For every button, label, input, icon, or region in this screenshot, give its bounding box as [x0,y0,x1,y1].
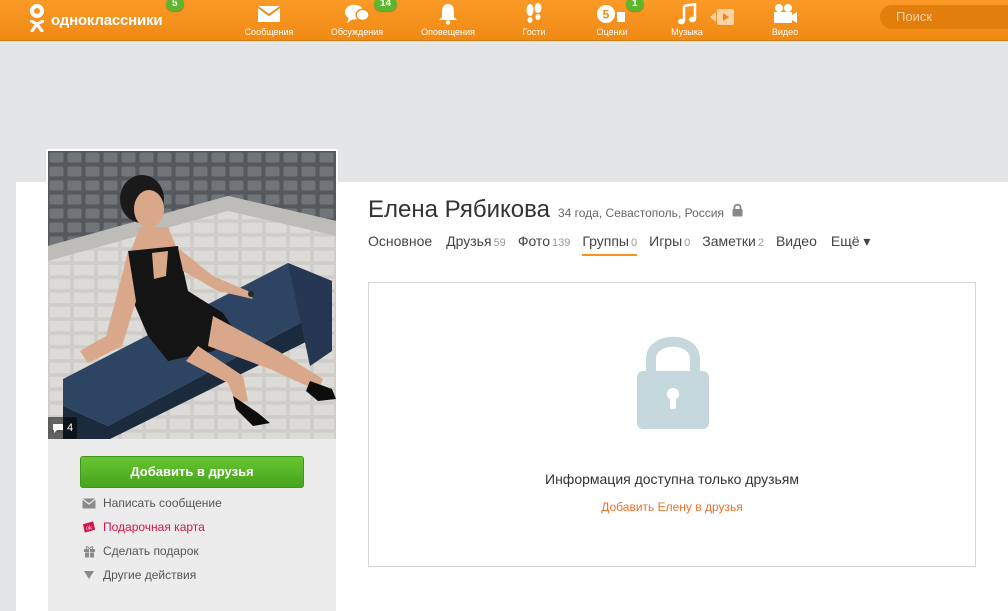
five-rating-icon: 5 [595,2,629,26]
music-note-icon [674,2,700,26]
gift-card-action[interactable]: ok Подарочная карта [82,519,205,535]
make-gift-action[interactable]: Сделать подарок [82,543,199,559]
tab-photos[interactable]: Фото 139 [518,233,571,256]
gift-card-icon: ok [82,520,96,534]
profile-photo[interactable]: 4 [48,151,336,439]
send-message-action[interactable]: Написать сообщение [82,495,222,511]
tab-notes[interactable]: Заметки 2 [702,233,764,256]
nav-notifications[interactable]: Оповещения [416,0,480,41]
svg-text:5: 5 [603,8,610,22]
other-actions[interactable]: Другие действия [82,567,196,583]
brand-name: одноклассники [51,11,163,29]
triangle-down-icon [82,568,96,582]
gift-icon [82,544,96,558]
svg-text:ok: ok [86,525,92,531]
nav-video[interactable]: Видео [766,0,804,41]
brand-badge: 5 [166,0,184,11]
nav-label: Оповещения [421,27,475,37]
profile-tabs: Основное Друзья 59 Фото 139 Группы 0 Игры 0 … [368,233,872,256]
nav-label: Обсуждения [330,27,384,37]
padlock-icon [637,333,709,429]
ratings-badge: 1 [626,0,644,11]
nav-label: Гости [522,27,546,37]
private-info-message: Информация доступна только друзьям [545,471,799,487]
tab-groups[interactable]: Группы 0 [582,233,638,256]
nav-discussions[interactable]: Обсуждения 14 [326,0,398,41]
footprints-icon [521,2,547,26]
envelope-icon [256,2,282,26]
tab-main[interactable]: Основное [368,233,434,256]
profile-sidebar: 4 Добавить в друзья Написать сообщение o… [46,149,338,611]
tab-games[interactable]: Игры 0 [649,233,690,256]
chat-bubbles-icon [344,2,370,26]
private-info-panel: Информация доступна только друзьям Добав… [368,282,976,567]
profile-header: Елена Рябикова 34 года, Севастополь, Рос… [368,196,743,224]
bell-icon [435,2,461,26]
nav-ratings[interactable]: 5 Оценки 1 [592,0,644,41]
add-friend-button[interactable]: Добавить в друзья [80,456,304,488]
comment-icon [53,423,63,433]
action-label: Сделать подарок [103,544,199,558]
video-camera-icon [772,2,798,26]
lock-icon [732,203,743,222]
profile-name: Елена Рябикова [368,196,550,223]
nav-guests[interactable]: Гости [514,0,554,41]
nav-music[interactable]: Музыка [668,0,706,41]
photo-comment-count[interactable]: 4 [48,417,78,439]
top-navigation-bar: одноклассники 5 Сообщения Обсуждения 14 … [0,0,1008,41]
profile-meta: 34 года, Севастополь, Россия [557,206,724,220]
discussions-badge: 14 [374,0,398,11]
search-input[interactable]: Поиск [880,5,1008,29]
nav-label: Музыка [671,27,703,37]
action-label: Подарочная карта [103,520,205,534]
tab-more[interactable]: Ещё ▾ [831,233,873,256]
comment-count-value: 4 [67,422,74,434]
play-icon[interactable] [708,6,736,28]
nav-label: Оценки [596,27,628,37]
envelope-icon [82,496,96,510]
nav-messages[interactable]: Сообщения [240,0,298,41]
nav-label: Видео [771,27,799,37]
tab-friends[interactable]: Друзья 59 [446,233,506,256]
action-label: Написать сообщение [103,496,222,510]
action-label: Другие действия [103,568,197,582]
brand-logo[interactable]: одноклассники [28,4,163,34]
ok-logo-icon [28,4,46,34]
nav-label: Сообщения [244,27,294,37]
tab-video[interactable]: Видео [776,233,819,256]
add-elena-friend-link[interactable]: Добавить Елену в друзья [369,500,975,514]
